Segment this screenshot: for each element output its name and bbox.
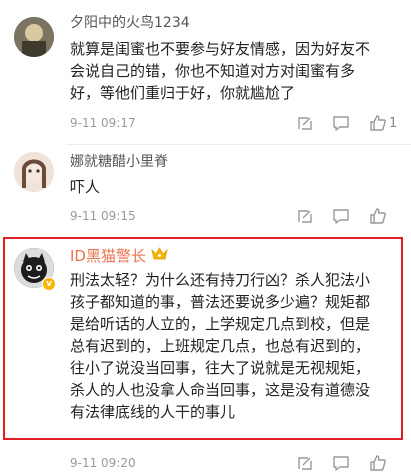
comment-2: 娜就糖醋小里脊 吓人 9-11 09:15 bbox=[0, 145, 411, 237]
like-count: 1 bbox=[389, 115, 398, 131]
username[interactable]: 娜就糖醋小里脊 bbox=[70, 151, 168, 171]
comment-line: 吓人 bbox=[70, 178, 101, 196]
comment-line: 会说自己的错，你也不知道对方对闺蜜有多 bbox=[70, 62, 356, 80]
reply-icon bbox=[298, 210, 312, 223]
comment-line: 总有迟到的，上班规定几点，也总有迟到的， bbox=[70, 337, 371, 355]
comment-icon bbox=[333, 456, 349, 471]
like-icon bbox=[370, 208, 386, 224]
comment-1: 夕阳中的火鸟1234 就算是闺蜜也不要参与好友情感，因为好友不 会说自己的错，你… bbox=[0, 0, 411, 145]
comment-line: 往小了说没当回事，往大了说就是无视规矩， bbox=[70, 359, 371, 377]
comment-button[interactable] bbox=[332, 113, 350, 133]
reply-icon bbox=[298, 117, 312, 130]
username[interactable]: 夕阳中的火鸟1234 bbox=[70, 12, 190, 32]
like-button[interactable]: 1 bbox=[369, 113, 397, 133]
like-button[interactable] bbox=[369, 453, 387, 473]
like-icon bbox=[370, 115, 386, 131]
comment-text: 刑法太轻？为什么还有持刀行凶？杀人犯法小 孩子都知道的事，普法还要说多少遍？规矩… bbox=[70, 269, 400, 423]
comment-line: 有法律底线的人干的事儿 bbox=[70, 403, 236, 421]
comment-icon bbox=[333, 209, 349, 224]
avatar[interactable] bbox=[14, 152, 54, 192]
username[interactable]: ID黑猫警长 bbox=[70, 245, 146, 266]
comment-button[interactable] bbox=[332, 206, 350, 226]
comment-line: 是给听话的人立的，上学规定几点到校，但是 bbox=[70, 315, 371, 333]
reply-button[interactable] bbox=[296, 206, 314, 226]
comment-icon bbox=[333, 116, 349, 131]
avatar[interactable] bbox=[14, 17, 54, 57]
like-button[interactable] bbox=[369, 206, 387, 226]
comment-button[interactable] bbox=[332, 453, 350, 473]
reply-icon bbox=[298, 457, 312, 470]
comment-text: 吓人 bbox=[70, 176, 400, 198]
crown-icon bbox=[151, 246, 168, 264]
comment-line: 就算是闺蜜也不要参与好友情感，因为好友不 bbox=[70, 40, 371, 58]
reply-button[interactable] bbox=[296, 113, 314, 133]
comment-line: 好，等他们重归于好，你就尴尬了 bbox=[70, 84, 296, 102]
comment-line: 杀人的人也没拿人命当回事，这是没有道德没 bbox=[70, 381, 371, 399]
timestamp: 9-11 09:15 bbox=[70, 209, 136, 223]
comment-line: 孩子都知道的事，普法还要说多少遍？规矩都 bbox=[70, 293, 371, 311]
timestamp: 9-11 09:20 bbox=[70, 456, 136, 470]
comment-text: 就算是闺蜜也不要参与好友情感，因为好友不 会说自己的错，你也不知道对方对闺蜜有多… bbox=[70, 38, 410, 104]
verified-badge-icon: v bbox=[42, 277, 56, 291]
comment-line: 刑法太轻？为什么还有持刀行凶？杀人犯法小 bbox=[70, 271, 371, 289]
reply-button[interactable] bbox=[296, 453, 314, 473]
comment-3: v ID黑猫警长 刑法太轻？为什么还有持刀行凶？杀人犯法小 孩子都知道的事，普法… bbox=[0, 237, 411, 474]
timestamp: 9-11 09:17 bbox=[70, 116, 136, 130]
like-icon bbox=[370, 455, 386, 471]
